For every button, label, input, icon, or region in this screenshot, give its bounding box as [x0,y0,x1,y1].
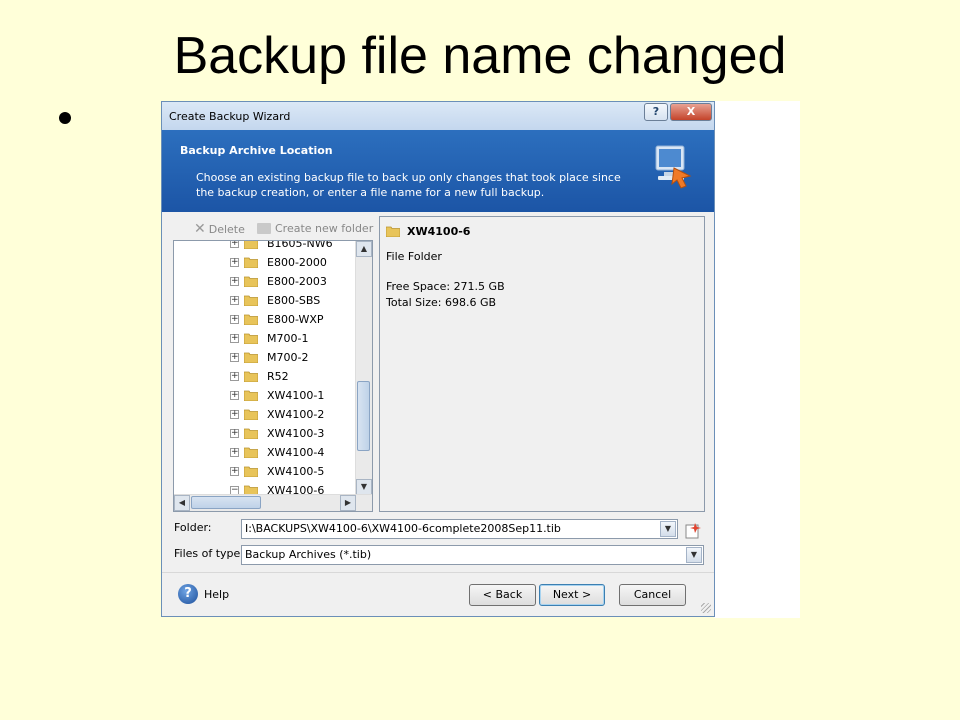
files-of-type-value: Backup Archives (*.tib) [245,548,372,561]
new-folder-icon [257,222,271,234]
folder-icon [244,276,258,287]
expand-plus-icon[interactable]: + [230,241,239,248]
tree-toolbar: ✕ Delete Create new folder [174,218,374,240]
create-new-folder-button[interactable]: Create new folder [257,221,373,235]
tree-item-label: XW4100-3 [267,427,325,440]
new-folder-icon[interactable] [684,522,702,540]
expand-plus-icon[interactable]: + [230,448,239,457]
delete-label: Delete [208,222,245,236]
folder-info-panel: XW4100-6 File Folder Free Space: 271.5 G… [379,216,705,512]
dialog-title-bar: Create Backup Wizard ? X [162,102,714,130]
files-of-type-combobox[interactable]: Backup Archives (*.tib) ▼ [241,545,704,565]
folder-path-value: I:\BACKUPS\XW4100-6\XW4100-6complete2008… [245,522,561,535]
tree-item-label: E800-2003 [267,275,327,288]
folder-icon [244,447,258,458]
tree-vertical-scrollbar[interactable]: ▲ ▼ [355,241,372,495]
create-new-folder-label: Create new folder [275,221,374,235]
chevron-down-icon[interactable]: ▼ [686,547,702,563]
folder-icon [244,352,258,363]
wizard-header: Backup Archive Location Choose an existi… [162,130,714,212]
files-of-type-label: Files of type: [174,547,245,560]
tree-item-label: E800-2000 [267,256,327,269]
folder-icon [244,390,258,401]
folder-path-combobox[interactable]: I:\BACKUPS\XW4100-6\XW4100-6complete2008… [241,519,678,539]
screenshot-white-margin [714,101,800,618]
folder-icon [244,333,258,344]
delete-button[interactable]: ✕ Delete [194,221,245,237]
tree-item-label: E800-WXP [267,313,324,326]
footer-separator [162,572,714,573]
title-help-button[interactable]: ? [644,103,668,121]
expand-plus-icon[interactable]: + [230,391,239,400]
folder-icon [244,409,258,420]
tree-item-label: XW4100-5 [267,465,325,478]
header-description: Choose an existing backup file to back u… [196,171,621,199]
tree-item-label: R52 [267,370,289,383]
next-button[interactable]: Next > [539,584,605,606]
scroll-up-arrow-icon[interactable]: ▲ [356,241,372,257]
expand-plus-icon[interactable]: + [230,372,239,381]
expand-plus-icon[interactable]: + [230,334,239,343]
info-folder-type: File Folder [386,250,442,263]
bullet-point [59,112,71,124]
help-question-icon: ? [178,584,198,604]
expand-plus-icon[interactable]: + [230,467,239,476]
tree-item-label: E800-SBS [267,294,321,307]
back-button[interactable]: < Back [469,584,536,606]
expand-plus-icon[interactable]: + [230,277,239,286]
cancel-button[interactable]: Cancel [619,584,686,606]
chevron-down-icon[interactable]: ▼ [660,521,676,537]
expand-plus-icon[interactable]: + [230,410,239,419]
expand-plus-icon[interactable]: + [230,296,239,305]
delete-x-icon: ✕ [194,221,206,237]
tree-horizontal-scrollbar[interactable]: ◀ ▶ [174,494,372,511]
scroll-down-arrow-icon[interactable]: ▼ [356,479,372,495]
tree-item-label: M700-2 [267,351,309,364]
tree-item-label: XW4100-4 [267,446,325,459]
tree-item-label: B1605-NW6 [267,240,333,250]
scroll-left-arrow-icon[interactable]: ◀ [174,495,190,511]
computer-backup-icon [655,145,692,189]
info-total-size: Total Size: 698.6 GB [386,296,497,309]
scroll-right-arrow-icon[interactable]: ▶ [340,495,356,511]
expand-plus-icon[interactable]: + [230,258,239,267]
expand-plus-icon[interactable]: + [230,353,239,362]
vertical-scroll-thumb[interactable] [357,381,370,451]
folder-tree[interactable]: + B1605-NW6 + E800-2000 + E800-2003 + E800-SBS +… [173,240,373,512]
expand-plus-icon[interactable]: + [230,315,239,324]
dialog-title: Create Backup Wizard [169,110,291,123]
tree-item-label: XW4100-2 [267,408,325,421]
horizontal-scroll-thumb[interactable] [191,496,261,509]
tree-item-label: XW4100-1 [267,389,325,402]
folder-icon [386,226,400,237]
folder-icon [244,241,258,249]
info-folder-name: XW4100-6 [407,225,471,238]
tree-item-label: M700-1 [267,332,309,345]
create-backup-wizard-dialog: Create Backup Wizard ? X Backup Archive … [161,101,715,617]
slide-title: Backup file name changed [173,27,787,85]
info-free-space: Free Space: 271.5 GB [386,280,505,293]
folder-icon [244,257,258,268]
help-label: Help [204,588,230,601]
expand-plus-icon[interactable]: + [230,429,239,438]
folder-icon [244,314,258,325]
folder-label: Folder: [174,521,212,534]
folder-icon [244,466,258,477]
folder-icon [244,371,258,382]
resize-grip-icon[interactable] [701,603,711,613]
folder-icon [244,428,258,439]
header-title: Backup Archive Location [180,144,333,157]
title-close-button[interactable]: X [670,103,712,121]
folder-icon [244,295,258,306]
